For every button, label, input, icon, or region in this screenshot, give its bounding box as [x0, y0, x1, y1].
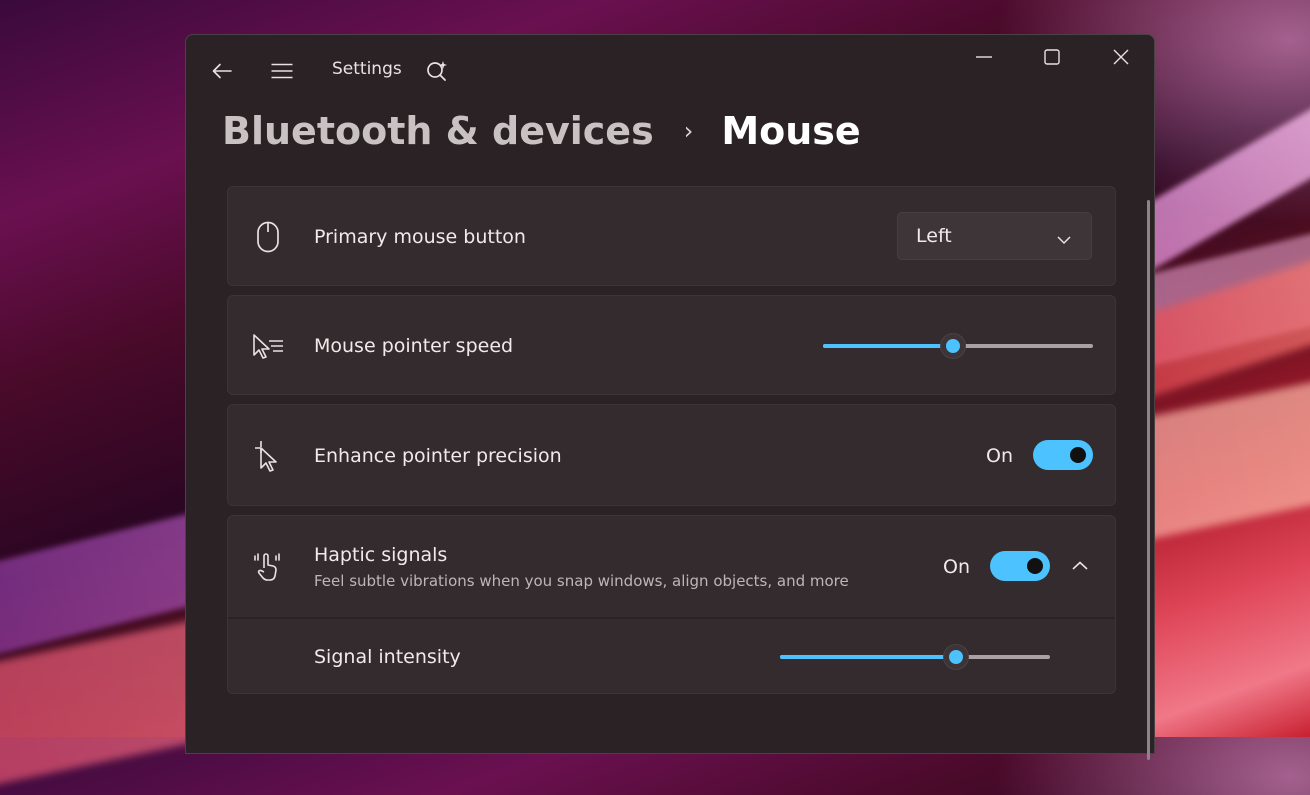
primary-mouse-button-card: Primary mouse button Left: [227, 186, 1116, 286]
dropdown-value: Left: [916, 225, 952, 247]
slider-fill: [780, 655, 956, 659]
pointer-speed-card: Mouse pointer speed: [227, 295, 1116, 395]
haptic-hand-icon: [252, 550, 284, 582]
pointer-speed-icon: [252, 330, 284, 362]
settings-window: Settings Bluetooth & devices › Mouse Pri…: [185, 34, 1155, 760]
minimize-icon[interactable]: [972, 45, 996, 69]
pointer-precision-card: Enhance pointer precision On: [227, 404, 1116, 506]
close-icon[interactable]: [1109, 45, 1133, 69]
pointer-precision-icon: [252, 440, 284, 472]
divider: [228, 617, 1115, 619]
maximize-icon[interactable]: [1040, 45, 1064, 69]
chevron-up-icon[interactable]: [1066, 554, 1094, 578]
mouse-icon: [252, 221, 284, 253]
haptic-signals-label: Haptic signals: [314, 544, 448, 566]
signal-intensity-slider[interactable]: [780, 645, 1050, 669]
slider-fill: [823, 344, 953, 348]
haptic-signals-state: On: [943, 556, 970, 578]
pointer-precision-toggle[interactable]: [1033, 440, 1093, 470]
haptic-signals-header[interactable]: Haptic signals Feel subtle vibrations wh…: [228, 516, 1115, 617]
haptic-signals-description: Feel subtle vibrations when you snap win…: [314, 572, 849, 590]
haptic-signals-card: Haptic signals Feel subtle vibrations wh…: [227, 515, 1116, 694]
pointer-precision-state: On: [986, 445, 1013, 467]
hamburger-menu-icon[interactable]: [266, 57, 298, 85]
scrollbar[interactable]: [1147, 200, 1150, 760]
window-title: Settings: [332, 59, 402, 79]
toggle-knob: [1070, 447, 1086, 463]
toggle-knob: [1027, 558, 1043, 574]
slider-thumb[interactable]: [943, 645, 968, 669]
title-bar: Settings: [186, 35, 1154, 105]
chevron-down-icon: [1057, 228, 1071, 250]
pointer-precision-label: Enhance pointer precision: [314, 445, 562, 467]
pointer-speed-label: Mouse pointer speed: [314, 335, 514, 357]
primary-mouse-button-label: Primary mouse button: [314, 226, 526, 248]
back-arrow-icon[interactable]: [206, 57, 238, 85]
breadcrumb: Bluetooth & devices › Mouse: [222, 105, 861, 157]
pointer-speed-slider[interactable]: [823, 334, 1093, 358]
search-sparkle-icon[interactable]: [422, 56, 452, 86]
page-title: Mouse: [721, 109, 861, 153]
breadcrumb-separator: ›: [683, 117, 694, 145]
signal-intensity-label: Signal intensity: [314, 646, 461, 668]
haptic-signals-toggle[interactable]: [990, 551, 1050, 581]
breadcrumb-parent-link[interactable]: Bluetooth & devices: [222, 109, 654, 153]
slider-thumb[interactable]: [940, 334, 965, 358]
primary-mouse-button-dropdown[interactable]: Left: [897, 212, 1092, 260]
